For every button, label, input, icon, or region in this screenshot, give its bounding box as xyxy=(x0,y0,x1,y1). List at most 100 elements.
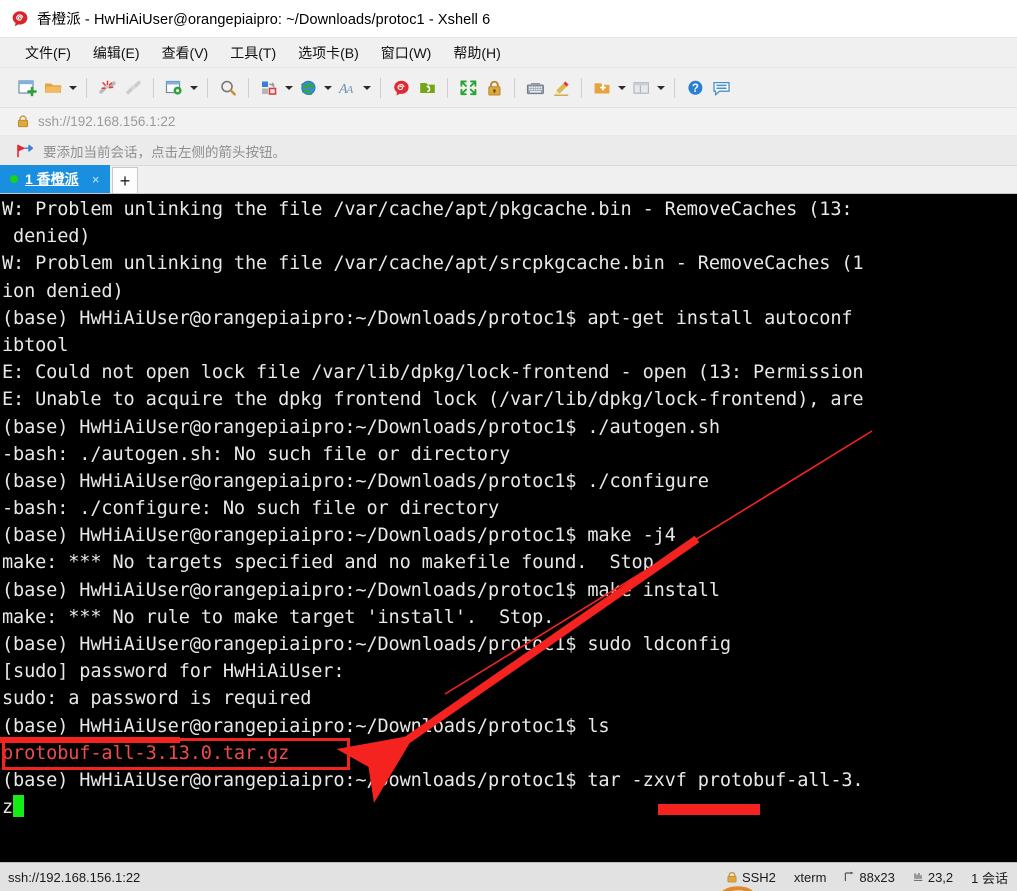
globe-icon[interactable] xyxy=(295,74,321,102)
menu-view[interactable]: 查看(V) xyxy=(151,40,220,66)
transfer-file-icon[interactable] xyxy=(256,74,282,102)
xshell-logo-icon xyxy=(10,9,30,29)
hint-text: 要添加当前会话，点击左侧的箭头按钮。 xyxy=(43,144,286,160)
session-properties-dropdown-caret-icon[interactable] xyxy=(187,74,200,102)
cursor-icon xyxy=(913,871,924,883)
help-icon[interactable]: ? xyxy=(682,74,708,102)
annotation-highlight-box xyxy=(2,738,350,770)
tab-bar: 1 香橙派 × + xyxy=(0,165,1017,194)
status-terminal-type: xterm xyxy=(785,870,836,885)
menu-tools[interactable]: 工具(T) xyxy=(219,40,287,66)
svg-text:?: ? xyxy=(691,83,698,95)
font-dropdown-caret-icon[interactable] xyxy=(360,74,373,102)
status-protocol: SSH2 xyxy=(717,870,785,885)
terminal-line: ibtool xyxy=(2,334,69,356)
new-tab-button[interactable]: + xyxy=(112,167,138,193)
lock-icon xyxy=(16,114,30,129)
connection-status-dot-icon xyxy=(10,175,18,183)
status-session-count: 1 会话 xyxy=(962,868,1017,887)
annotation-underline-bar xyxy=(0,736,180,743)
annotation-marker-bar xyxy=(658,804,760,816)
font-format-icon[interactable]: A A xyxy=(334,74,360,102)
terminal-line: ion denied) xyxy=(2,280,124,302)
terminal-line: (base) HwHiAiUser@orangepiaipro:~/Downlo… xyxy=(2,769,864,791)
terminal-line: (base) HwHiAiUser@orangepiaipro:~/Downlo… xyxy=(2,715,610,737)
menu-bar: 文件(F) 编辑(E) 查看(V) 工具(T) 选项卡(B) 窗口(W) 帮助(… xyxy=(0,38,1017,68)
add-session-hint-bar: 要添加当前会话，点击左侧的箭头按钮。 xyxy=(0,136,1017,166)
address-text: ssh://192.168.156.1:22 xyxy=(38,114,176,129)
keyboard-icon[interactable] xyxy=(522,74,548,102)
terminal-output[interactable]: W: Problem unlinking the file /var/cache… xyxy=(0,194,1017,862)
lock-icon[interactable] xyxy=(481,74,507,102)
menu-help[interactable]: 帮助(H) xyxy=(442,40,511,66)
xshell-red-icon[interactable] xyxy=(388,74,414,102)
tab-session-1[interactable]: 1 香橙派 × xyxy=(0,165,110,193)
terminal-line: -bash: ./configure: No such file or dire… xyxy=(2,498,499,520)
terminal-line: W: Problem unlinking the file /var/cache… xyxy=(2,199,853,220)
toolbar-separator xyxy=(153,77,154,98)
menu-tabs[interactable]: 选项卡(B) xyxy=(287,40,370,66)
terminal-line: (base) HwHiAiUser@orangepiaipro:~/Downlo… xyxy=(2,634,731,655)
status-bar: ssh://192.168.156.1:22 SSH2 xterm 88x23 xyxy=(0,862,1017,891)
chat-icon[interactable] xyxy=(708,74,734,102)
toolbar-separator xyxy=(514,77,515,98)
status-session-count-label: 1 会话 xyxy=(971,870,1008,886)
terminal-line: E: Could not open lock file /var/lib/dpk… xyxy=(2,362,864,384)
terminal-line: (base) HwHiAiUser@orangepiaipro:~/Downlo… xyxy=(2,416,720,438)
layout-dropdown-caret-icon[interactable] xyxy=(654,74,667,102)
reconnect-link-icon[interactable] xyxy=(120,74,146,102)
svg-text:A: A xyxy=(345,84,353,96)
status-size-label: 88x23 xyxy=(859,869,895,885)
transfer-file-dropdown-caret-icon[interactable] xyxy=(282,74,295,102)
toolbar-separator xyxy=(380,77,381,98)
terminal-line: (base) HwHiAiUser@orangepiaipro:~/Downlo… xyxy=(2,579,720,601)
size-icon xyxy=(844,871,855,883)
new-session-icon[interactable] xyxy=(14,74,40,102)
open-folder-dropdown-caret-icon[interactable] xyxy=(66,74,79,102)
toolbar-separator xyxy=(674,77,675,98)
highlighter-icon[interactable] xyxy=(548,74,574,102)
session-properties-icon[interactable] xyxy=(161,74,187,102)
add-to-folder-icon[interactable] xyxy=(589,74,615,102)
terminal-line: make: *** No rule to make target 'instal… xyxy=(2,606,555,628)
xshell-window: 香橙派 - HwHiAiUser@orangepiaipro: ~/Downlo… xyxy=(0,0,1017,891)
status-terminal-type-label: xterm xyxy=(793,869,827,885)
toolbar-separator xyxy=(86,77,87,98)
window-title: 香橙派 - HwHiAiUser@orangepiaipro: ~/Downlo… xyxy=(37,12,491,28)
terminal-line: (base) HwHiAiUser@orangepiaipro:~/Downlo… xyxy=(2,470,709,492)
menu-edit[interactable]: 编辑(E) xyxy=(82,40,151,66)
terminal-line: z xyxy=(2,794,1017,821)
xftp-green-icon[interactable] xyxy=(414,74,440,102)
open-folder-icon[interactable] xyxy=(40,74,66,102)
terminal-line: -bash: ./autogen.sh: No such file or dir… xyxy=(2,443,511,465)
terminal-line: W: Problem unlinking the file /var/cache… xyxy=(2,253,864,275)
tab-label: 1 香橙派 xyxy=(25,171,79,187)
menu-file[interactable]: 文件(F) xyxy=(14,40,82,66)
find-icon[interactable] xyxy=(215,74,241,102)
session-address-bar[interactable]: ssh://192.168.156.1:22 xyxy=(0,108,1017,136)
terminal-line: make: *** No targets specified and no ma… xyxy=(2,552,665,574)
red-arrow-flag-icon xyxy=(16,143,34,159)
fullscreen-icon[interactable] xyxy=(455,74,481,102)
terminal-line: E: Unable to acquire the dpkg frontend l… xyxy=(2,389,864,411)
lock-icon xyxy=(726,871,738,884)
terminal-line: sudo: a password is required xyxy=(2,688,312,710)
terminal-cursor xyxy=(13,795,25,818)
add-to-folder-dropdown-caret-icon[interactable] xyxy=(615,74,628,102)
terminal-line: (base) HwHiAiUser@orangepiaipro:~/Downlo… xyxy=(2,525,676,547)
status-protocol-label: SSH2 xyxy=(741,869,776,885)
menu-window[interactable]: 窗口(W) xyxy=(370,40,443,66)
title-bar: 香橙派 - HwHiAiUser@orangepiaipro: ~/Downlo… xyxy=(0,0,1017,38)
status-cursor-label: 23,2 xyxy=(927,869,954,885)
globe-dropdown-caret-icon[interactable] xyxy=(321,74,334,102)
status-cursor-pos: 23,2 xyxy=(904,870,962,885)
terminal-line: [sudo] password for HwHiAiUser: xyxy=(2,661,345,683)
terminal-lines: W: Problem unlinking the file /var/cache… xyxy=(2,196,1017,821)
layout-icon[interactable] xyxy=(628,74,654,102)
disconnect-icon[interactable] xyxy=(94,74,120,102)
toolbar-separator xyxy=(447,77,448,98)
toolbar-separator xyxy=(581,77,582,98)
status-connection: ssh://192.168.156.1:22 xyxy=(8,869,141,885)
terminal-line: (base) HwHiAiUser@orangepiaipro:~/Downlo… xyxy=(2,307,853,329)
close-icon[interactable]: × xyxy=(89,172,103,187)
